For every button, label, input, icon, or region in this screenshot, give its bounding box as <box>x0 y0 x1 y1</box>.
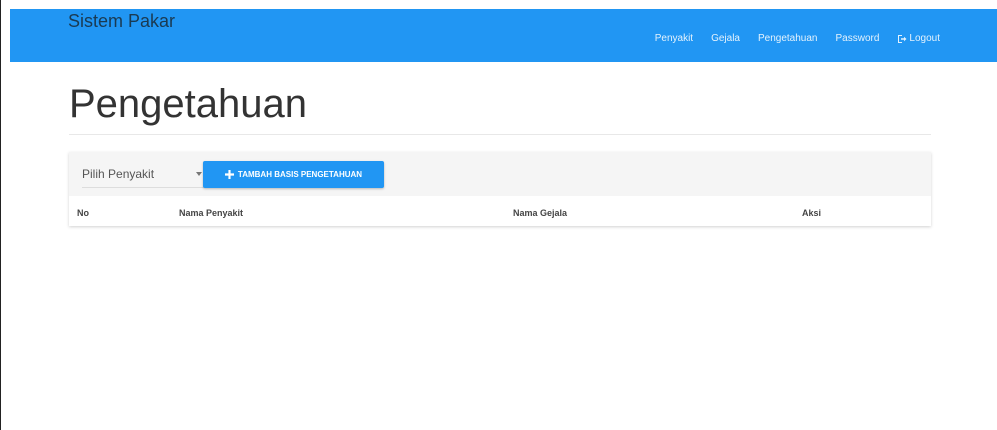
column-header-no: No <box>77 208 89 218</box>
page-title: Pengetahuan <box>69 82 308 126</box>
penyakit-select[interactable]: Pilih Penyakit <box>82 161 204 188</box>
nav-item-gejala[interactable]: Gejala <box>711 33 740 44</box>
nav-item-pengetahuan[interactable]: Pengetahuan <box>758 33 818 44</box>
add-knowledge-button[interactable]: TAMBAH BASIS PENGETAHUAN <box>203 161 384 188</box>
knowledge-card: Pilih Penyakit TAMBAH BASIS PENGETAHUAN … <box>69 152 931 226</box>
column-header-aksi: Aksi <box>802 208 822 218</box>
logout-label: Logout <box>909 33 940 44</box>
table-header: No Nama Penyakit Nama Gejala Aksi <box>69 196 931 226</box>
logout-icon <box>898 34 907 43</box>
nav-item-password[interactable]: Password <box>836 33 880 44</box>
brand-title[interactable]: Sistem Pakar <box>68 11 175 31</box>
plus-icon <box>224 170 234 179</box>
title-divider <box>69 134 931 135</box>
select-value: Pilih Penyakit <box>82 167 155 181</box>
navbar: Sistem Pakar Penyakit Gejala Pengetahuan… <box>10 9 997 62</box>
window-frame: Sistem Pakar Penyakit Gejala Pengetahuan… <box>0 0 997 430</box>
column-header-nama-penyakit: Nama Penyakit <box>179 208 244 218</box>
nav-item-penyakit[interactable]: Penyakit <box>655 33 693 44</box>
add-button-label: TAMBAH BASIS PENGETAHUAN <box>237 170 363 179</box>
caret-down-icon <box>196 172 202 176</box>
nav-menu: Penyakit Gejala Pengetahuan Password Log… <box>655 33 940 44</box>
card-toolbar: Pilih Penyakit TAMBAH BASIS PENGETAHUAN <box>69 152 931 196</box>
column-header-nama-gejala: Nama Gejala <box>513 208 568 218</box>
nav-item-logout[interactable]: Logout <box>897 33 940 44</box>
